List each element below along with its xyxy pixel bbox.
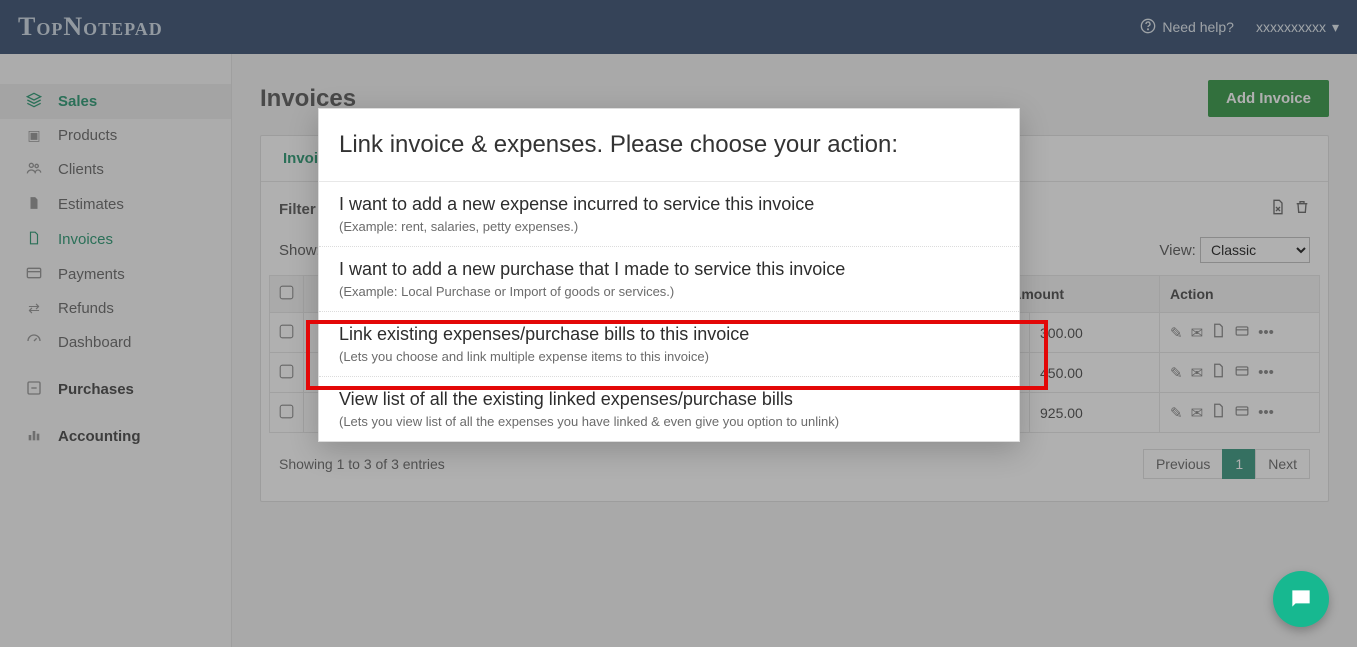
modal-option-add-purchase[interactable]: I want to add a new purchase that I made… bbox=[319, 246, 1019, 311]
modal-option-sub: (Lets you choose and link multiple expen… bbox=[339, 349, 999, 364]
link-expenses-modal: Link invoice & expenses. Please choose y… bbox=[318, 108, 1020, 442]
modal-title: Link invoice & expenses. Please choose y… bbox=[319, 109, 1019, 182]
modal-option-add-expense[interactable]: I want to add a new expense incurred to … bbox=[319, 182, 1019, 246]
modal-option-sub: (Example: rent, salaries, petty expenses… bbox=[339, 219, 999, 234]
modal-option-sub: (Lets you view list of all the expenses … bbox=[339, 414, 999, 429]
modal-option-title: I want to add a new expense incurred to … bbox=[339, 194, 999, 215]
modal-option-title: Link existing expenses/purchase bills to… bbox=[339, 324, 999, 345]
chat-bubble-button[interactable] bbox=[1273, 571, 1329, 627]
modal-option-title: I want to add a new purchase that I made… bbox=[339, 259, 999, 280]
modal-option-view-linked[interactable]: View list of all the existing linked exp… bbox=[319, 376, 1019, 441]
modal-option-sub: (Example: Local Purchase or Import of go… bbox=[339, 284, 999, 299]
modal-option-link-existing[interactable]: Link existing expenses/purchase bills to… bbox=[319, 311, 1019, 376]
modal-option-title: View list of all the existing linked exp… bbox=[339, 389, 999, 410]
